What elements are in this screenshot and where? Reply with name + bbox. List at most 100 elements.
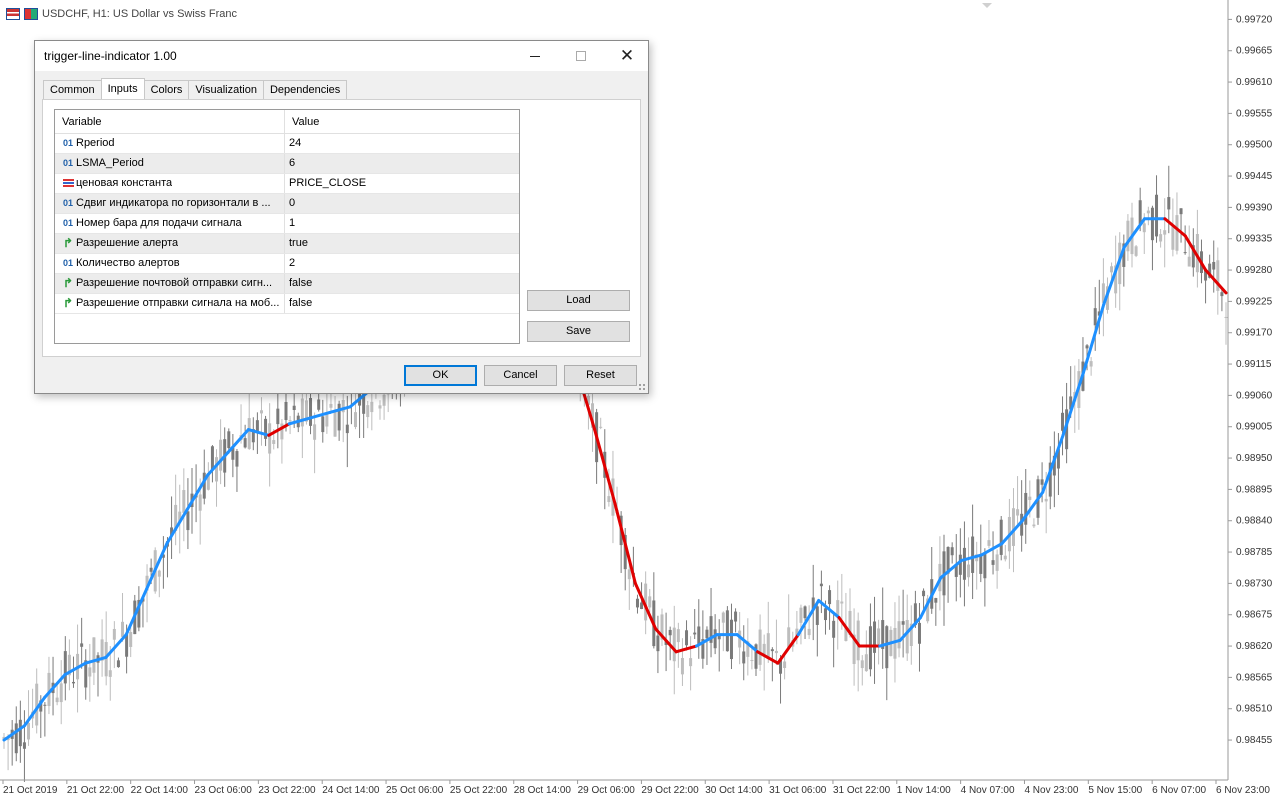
- table-header: Variable Value: [55, 110, 519, 134]
- candle-body: [1212, 261, 1216, 270]
- candle-body: [917, 622, 921, 644]
- table-row[interactable]: ↱ Разрешение почтовой отправки сигн... fal…: [55, 274, 519, 294]
- minimize-button[interactable]: [512, 41, 558, 71]
- int-type-icon: 01: [62, 258, 73, 268]
- column-header-value[interactable]: Value: [285, 110, 519, 133]
- candle-body: [1003, 555, 1007, 560]
- table-row[interactable]: 01 Номер бара для подачи сигнала 1: [55, 214, 519, 234]
- candle-body: [1134, 246, 1138, 256]
- enum-bars-icon: [62, 179, 74, 188]
- save-button[interactable]: Save: [527, 321, 630, 342]
- load-button[interactable]: Load: [527, 290, 630, 311]
- row-variable-label: Номер бара для подачи сигнала: [76, 217, 242, 229]
- table-row[interactable]: ↱ Разрешение отправки сигнала на моб... fa…: [55, 294, 519, 314]
- table-row[interactable]: 01 Сдвиг индикатора по горизонтали в ... 0: [55, 194, 519, 214]
- candle-body: [607, 496, 611, 503]
- candle-body: [1085, 345, 1089, 349]
- row-value-cell[interactable]: 24: [285, 134, 519, 153]
- candle-body: [999, 519, 1003, 555]
- price-label: 0.99720: [1236, 14, 1273, 25]
- candle-body: [648, 596, 652, 608]
- candle-body: [366, 405, 370, 418]
- indicator-segment: [1081, 302, 1106, 375]
- price-axis: 0.99720 0.99665 0.99610 0.99555 0.99500 0.994…: [1228, 14, 1273, 746]
- candle-body: [1028, 496, 1032, 501]
- candle-body: [1011, 508, 1015, 546]
- candle-body: [656, 635, 660, 652]
- candle-body: [284, 401, 288, 421]
- price-label: 0.98785: [1236, 547, 1273, 558]
- candle-body: [770, 649, 774, 652]
- candle-body: [868, 626, 872, 670]
- tab-common[interactable]: Common: [43, 80, 102, 99]
- row-variable-cell: 01 Номер бара для подачи сигнала: [55, 214, 285, 233]
- candle-body: [1179, 208, 1183, 215]
- cancel-button[interactable]: Cancel: [484, 365, 557, 386]
- tab-inputs[interactable]: Inputs: [100, 78, 145, 99]
- table-row[interactable]: 01 Количество алертов 2: [55, 254, 519, 274]
- candle-body: [59, 683, 63, 703]
- table-row[interactable]: 01 Rperiod 24: [55, 134, 519, 154]
- candle-body: [63, 651, 67, 684]
- candle-body: [672, 627, 676, 662]
- row-value-cell[interactable]: 6: [285, 154, 519, 173]
- candle-body: [995, 554, 999, 571]
- table-row[interactable]: ↱ Разрешение алерта true: [55, 234, 519, 254]
- candle-body: [92, 637, 96, 673]
- reset-button[interactable]: Reset: [564, 365, 637, 386]
- indicator-segment: [1163, 217, 1187, 238]
- dialog-title: trigger-line-indicator 1.00: [44, 49, 177, 63]
- ok-button[interactable]: OK: [404, 365, 477, 386]
- price-label: 0.99500: [1236, 140, 1273, 151]
- table-body: 01 Rperiod 24 01 LSMA_Period 6 ценовая констан…: [55, 134, 519, 314]
- candle-body: [71, 681, 75, 684]
- table-row[interactable]: ценовая константа PRICE_CLOSE: [55, 174, 519, 194]
- candle-body: [1224, 316, 1228, 318]
- column-header-variable[interactable]: Variable: [55, 110, 285, 133]
- candle-body: [227, 431, 231, 449]
- candle-body: [958, 554, 962, 575]
- table-row[interactable]: 01 LSMA_Period 6: [55, 154, 519, 174]
- row-value-cell[interactable]: 2: [285, 254, 519, 273]
- candle-body: [758, 629, 762, 665]
- candle-body: [971, 536, 975, 573]
- row-value-cell[interactable]: true: [285, 234, 519, 253]
- time-label: 29 Oct 06:00: [578, 785, 636, 796]
- row-variable-label: LSMA_Period: [76, 157, 144, 169]
- candle-body: [599, 426, 603, 428]
- indicator-properties-dialog: trigger-line-indicator 1.00 ✕ Common Inp…: [34, 40, 649, 394]
- candle-body: [276, 408, 280, 425]
- candle-body: [219, 439, 223, 471]
- row-value-cell[interactable]: PRICE_CLOSE: [285, 174, 519, 193]
- resize-grip[interactable]: [638, 383, 646, 391]
- candle-body: [333, 411, 337, 437]
- row-value-cell[interactable]: 0: [285, 194, 519, 213]
- tab-dependencies[interactable]: Dependencies: [262, 80, 348, 99]
- price-label: 0.98565: [1236, 672, 1273, 683]
- time-label: 1 Nov 14:00: [897, 785, 951, 796]
- candle-body: [1171, 226, 1175, 250]
- bool-type-icon: ↱: [62, 236, 74, 250]
- time-label: 6 Nov 07:00: [1152, 785, 1206, 796]
- dialog-titlebar[interactable]: trigger-line-indicator 1.00 ✕: [35, 41, 648, 71]
- price-label: 0.98455: [1236, 735, 1273, 746]
- chart-menu-icon[interactable]: [6, 8, 20, 20]
- candle-body: [1016, 509, 1020, 516]
- inputs-table: Variable Value 01 Rperiod 24 01 LSMA_Period 6…: [54, 109, 520, 344]
- close-button[interactable]: ✕: [604, 41, 650, 71]
- candle-body: [129, 632, 133, 647]
- candle-body: [766, 633, 770, 659]
- one-click-trading-icon[interactable]: [24, 8, 38, 20]
- candle-body: [734, 611, 738, 622]
- row-value-cell[interactable]: 1: [285, 214, 519, 233]
- tab-visualization[interactable]: Visualization: [188, 80, 264, 99]
- row-variable-label: ценовая константа: [76, 177, 173, 189]
- tab-colors[interactable]: Colors: [143, 80, 190, 99]
- candle-body: [962, 547, 966, 580]
- row-value-cell[interactable]: false: [285, 294, 519, 313]
- time-label: 25 Oct 06:00: [386, 785, 444, 796]
- row-value-cell[interactable]: false: [285, 274, 519, 293]
- candle-body: [259, 410, 263, 414]
- candle-body: [815, 606, 819, 625]
- row-variable-cell: ↱ Разрешение отправки сигнала на моб...: [55, 294, 285, 313]
